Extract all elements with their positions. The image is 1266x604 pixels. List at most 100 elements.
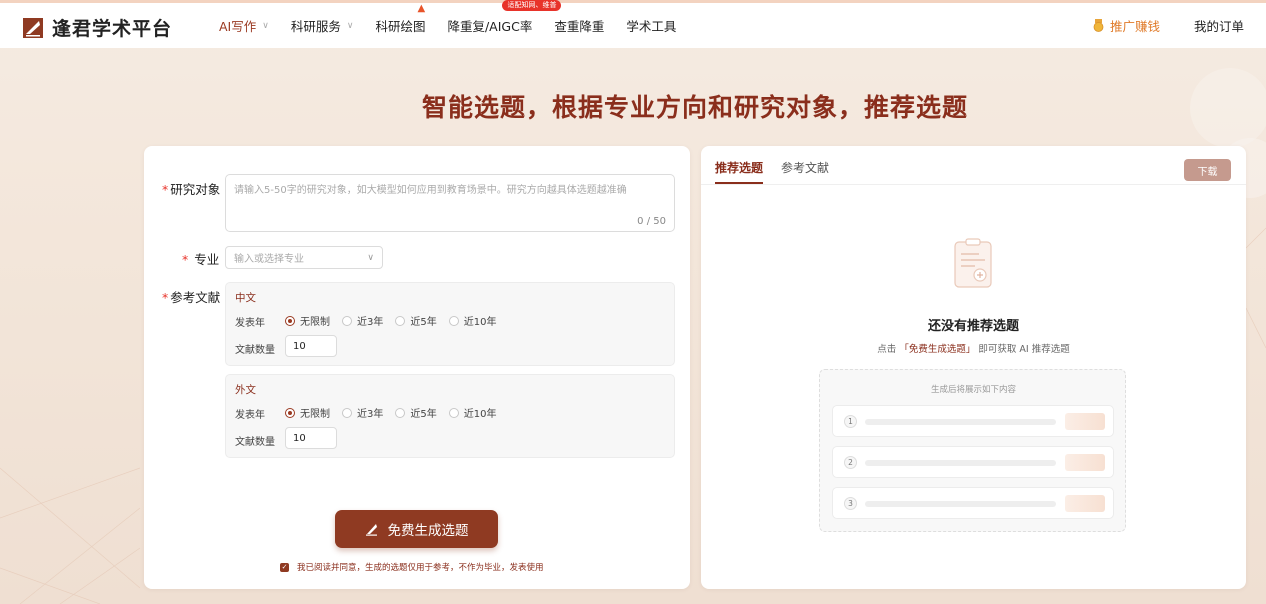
flame-icon: ▲: [417, 3, 426, 14]
logo-icon: [22, 17, 44, 39]
radio-dot: [342, 407, 352, 418]
hint-prefix: 点击: [877, 344, 900, 355]
checkbox-checked-icon[interactable]: ✓: [280, 562, 289, 572]
skeleton-tag: [1065, 413, 1105, 430]
nav-label: AI写作: [219, 19, 257, 34]
my-orders-link[interactable]: 我的订单: [1194, 16, 1244, 35]
agreement-text: 我已阅读并同意，生成的选题仅用于参考，不作为毕业，发表使用: [297, 563, 544, 573]
radio-dot: [285, 315, 295, 326]
row-number: 3: [844, 497, 857, 510]
year-radio-group: 无限制 近3年 近5年 近10年: [285, 313, 508, 328]
label-text: 专业: [194, 252, 220, 267]
nav-label: 学术工具: [626, 19, 677, 34]
logo[interactable]: 逢君学术平台: [22, 14, 172, 41]
radio-3-years[interactable]: 近3年: [342, 405, 383, 420]
nav-label: 降重复/AIGC率: [447, 19, 533, 34]
result-tabs: 推荐选题 参考文献: [715, 146, 847, 184]
empty-hint: 点击 「免费生成选题」 即可获取 AI 推荐选题: [701, 341, 1246, 355]
nav-badge: 适配知网、维普: [502, 0, 562, 11]
research-object-label: * 研究对象: [162, 179, 220, 198]
radio-3-years[interactable]: 近3年: [342, 313, 383, 328]
radio-dot: [395, 315, 406, 326]
tab-recommended-topics[interactable]: 推荐选题: [715, 146, 764, 184]
row-number: 2: [844, 456, 857, 469]
radio-5-years[interactable]: 近5年: [395, 405, 437, 420]
promo-link[interactable]: 推广赚钱: [1093, 16, 1160, 35]
nav-research-service[interactable]: 科研服务 ∨: [291, 16, 354, 35]
required-mark: *: [182, 252, 189, 267]
chevron-down-icon: ∨: [367, 252, 374, 263]
radio-unlimited[interactable]: 无限制: [285, 405, 330, 420]
year-label: 发表年: [235, 410, 265, 421]
major-label: * 专业: [182, 249, 219, 268]
skeleton-bar: [865, 501, 1056, 507]
char-counter: 0 / 50: [637, 216, 666, 227]
nav-label: 科研服务: [290, 19, 341, 34]
preview-row: 2: [832, 446, 1114, 478]
nav-research-drawing[interactable]: ▲ 科研绘图: [375, 3, 426, 35]
preview-row: 3: [832, 487, 1114, 519]
label-text: 参考文献: [170, 290, 221, 305]
chevron-down-icon: ∨: [262, 20, 269, 31]
header-right: 推广赚钱 我的订单: [1093, 3, 1244, 48]
major-select[interactable]: 输入或选择专业 ∨: [225, 246, 383, 269]
label-text: 研究对象: [170, 182, 221, 197]
year-radio-group: 无限制 近3年 近5年 近10年: [285, 405, 508, 420]
promo-label: 推广赚钱: [1109, 19, 1160, 34]
nav-plagiarism-check[interactable]: 查重降重: [554, 16, 604, 35]
hint-highlight: 「免费生成选题」: [899, 344, 976, 355]
quill-icon: [365, 523, 378, 536]
radio-label: 无限制: [300, 317, 330, 328]
ref-count-input[interactable]: 10: [285, 427, 337, 449]
tab-references[interactable]: 参考文献: [781, 146, 829, 184]
agreement[interactable]: ✓ 我已阅读并同意，生成的选题仅用于参考，不作为毕业，发表使用: [280, 561, 544, 573]
empty-title: 还没有推荐选题: [927, 319, 1019, 334]
count-label: 文献数量: [235, 437, 275, 448]
medal-icon: [1093, 19, 1104, 32]
research-object-placeholder: 请输入5-50字的研究对象，如大模型如何应用到教育场景中。研究方向越具体选题越准…: [234, 185, 627, 196]
major-placeholder: 输入或选择专业: [234, 254, 304, 265]
radio-10-years[interactable]: 近10年: [448, 405, 497, 420]
row-number: 1: [844, 415, 857, 428]
radio-label: 近5年: [410, 409, 437, 420]
generate-topics-button[interactable]: 免费生成选题: [335, 510, 498, 548]
radio-label: 近3年: [357, 409, 384, 420]
nav-label: 科研绘图: [375, 19, 426, 34]
radio-label: 近10年: [463, 409, 497, 420]
radio-dot: [448, 407, 459, 418]
radio-label: 近10年: [463, 317, 497, 328]
nav-ai-writing[interactable]: AI写作 ∨: [219, 16, 269, 35]
radio-dot: [342, 315, 352, 326]
radio-label: 近3年: [357, 317, 384, 328]
result-card: 推荐选题 参考文献 下载 还没有推荐选题 点击 「免费生成选题」 即可获取 AI…: [701, 146, 1246, 589]
skeleton-bar: [865, 419, 1056, 425]
required-mark: *: [162, 290, 169, 305]
radio-5-years[interactable]: 近5年: [395, 313, 437, 328]
download-button[interactable]: 下载: [1184, 159, 1231, 181]
nav-academic-tools[interactable]: 学术工具: [626, 16, 676, 35]
radio-unlimited[interactable]: 无限制: [285, 313, 330, 328]
year-label: 发表年: [235, 318, 265, 329]
nav-label: 查重降重: [554, 19, 605, 34]
main-nav: AI写作 ∨ 科研服务 ∨ ▲ 科研绘图 适配知网、维普 降重复/AIGC率 查…: [219, 0, 698, 48]
radio-dot: [448, 315, 459, 326]
research-object-textarea[interactable]: 请输入5-50字的研究对象，如大模型如何应用到教育场景中。研究方向越具体选题越准…: [225, 174, 675, 232]
references-label: * 参考文献: [162, 287, 220, 306]
ref-group-chinese: 中文 发表年 无限制 近3年 近5年 近10年 文献数量 10: [225, 282, 675, 366]
skeleton-tag: [1065, 495, 1105, 512]
preview-placeholder: 生成后将展示如下内容 1 2 3: [819, 369, 1126, 532]
logo-text: 逢君学术平台: [52, 18, 173, 40]
ref-group-title: 外文: [235, 384, 256, 396]
radio-dot: [285, 407, 295, 418]
nav-reduce-aigc[interactable]: 适配知网、维普 降重复/AIGC率: [447, 0, 562, 35]
count-label: 文献数量: [235, 345, 275, 356]
radio-label: 无限制: [300, 409, 330, 420]
preview-row: 1: [832, 405, 1114, 437]
skeleton-bar: [865, 460, 1056, 466]
ref-count-input[interactable]: 10: [285, 335, 337, 357]
radio-10-years[interactable]: 近10年: [448, 313, 497, 328]
generate-label: 免费生成选题: [387, 523, 469, 539]
page-title: 智能选题，根据专业方向和研究对象，推荐选题: [421, 93, 968, 122]
tab-divider: [701, 184, 1246, 185]
top-header: 逢君学术平台 AI写作 ∨ 科研服务 ∨ ▲ 科研绘图 适配知网、维普 降重复/…: [0, 0, 1266, 48]
